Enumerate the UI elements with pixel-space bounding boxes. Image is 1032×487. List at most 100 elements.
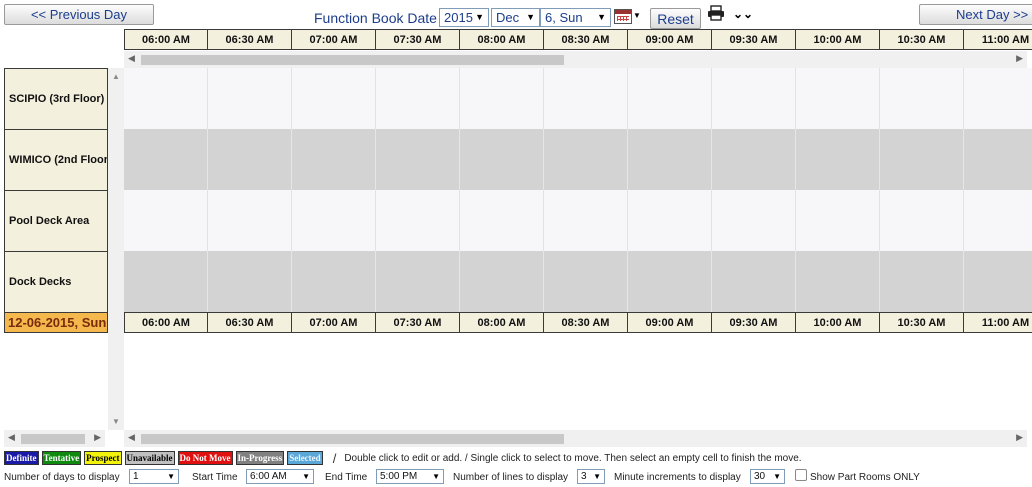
grid-cell[interactable] bbox=[208, 68, 292, 129]
current-date-cell: 12-06-2015, Sun bbox=[4, 312, 108, 333]
grid-cell[interactable] bbox=[880, 129, 964, 190]
grid-cell[interactable] bbox=[208, 129, 292, 190]
grid-cell[interactable] bbox=[376, 190, 460, 251]
grid-cell[interactable] bbox=[880, 190, 964, 251]
days-select[interactable]: 1 ▼ bbox=[129, 469, 179, 484]
start-time-label: Start Time bbox=[192, 472, 238, 483]
calendar-dropdown-icon[interactable]: ▼ bbox=[633, 11, 641, 20]
grid-cell[interactable] bbox=[460, 68, 544, 129]
scrollbar-thumb[interactable] bbox=[141, 434, 564, 444]
double-chevron-down-icon[interactable]: ⌄⌄ bbox=[733, 7, 753, 21]
next-day-button[interactable]: Next Day >> bbox=[919, 4, 1032, 25]
grid-cell[interactable] bbox=[796, 190, 880, 251]
grid-cell[interactable] bbox=[544, 129, 628, 190]
lines-select[interactable]: 3 ▼ bbox=[577, 469, 605, 484]
function-book-date-label: Function Book Date bbox=[314, 10, 437, 26]
year-select[interactable]: 2015 ▼ bbox=[439, 8, 489, 27]
grid-cell[interactable] bbox=[796, 251, 880, 312]
printer-icon[interactable] bbox=[707, 5, 725, 21]
grid-cell[interactable] bbox=[544, 68, 628, 129]
vertical-scrollbar[interactable]: ▲ ▼ bbox=[108, 68, 124, 430]
grid-cell[interactable] bbox=[208, 251, 292, 312]
grid-cell[interactable] bbox=[460, 190, 544, 251]
time-header-cell: 06:00 AM bbox=[124, 29, 208, 50]
horizontal-scrollbar-bottom[interactable]: ◀ ▶ bbox=[124, 430, 1027, 447]
grid-cell[interactable] bbox=[124, 129, 208, 190]
grid-cell[interactable] bbox=[292, 251, 376, 312]
scroll-down-icon[interactable]: ▼ bbox=[112, 417, 120, 426]
horizontal-scrollbar-top[interactable]: ◀ ▶ bbox=[124, 51, 1027, 68]
grid-cell[interactable] bbox=[628, 190, 712, 251]
grid-cell[interactable] bbox=[124, 190, 208, 251]
legend-separator: / bbox=[332, 450, 337, 466]
grid-cell[interactable] bbox=[292, 190, 376, 251]
time-header-cell: 11:00 AM bbox=[964, 312, 1032, 333]
time-header-cell: 06:30 AM bbox=[208, 29, 292, 50]
room-name[interactable]: SCIPIO (3rd Floor) bbox=[4, 68, 108, 130]
grid-row-scipio bbox=[124, 68, 1032, 129]
grid-cell[interactable] bbox=[292, 129, 376, 190]
grid-cell[interactable] bbox=[376, 129, 460, 190]
scroll-left-icon[interactable]: ◀ bbox=[128, 53, 135, 64]
grid-cell[interactable] bbox=[628, 251, 712, 312]
grid-cell[interactable] bbox=[712, 190, 796, 251]
increment-label: Minute increments to display bbox=[614, 472, 741, 483]
room-name[interactable]: Pool Deck Area bbox=[4, 191, 108, 252]
status-legend: Definite Tentative Prospect Unavailable Do N… bbox=[4, 450, 802, 466]
scroll-right-icon[interactable]: ▶ bbox=[1016, 432, 1023, 443]
end-time-value: 5:00 PM bbox=[380, 471, 418, 482]
grid-cell[interactable] bbox=[964, 190, 1032, 251]
time-header-cell: 10:00 AM bbox=[796, 312, 880, 333]
grid-cell[interactable] bbox=[712, 251, 796, 312]
part-rooms-checkbox[interactable] bbox=[795, 469, 807, 481]
grid-cell[interactable] bbox=[712, 129, 796, 190]
grid-cell[interactable] bbox=[292, 68, 376, 129]
increment-select[interactable]: 30 ▼ bbox=[750, 469, 785, 484]
help-text: Double click to edit or add. / Single cl… bbox=[344, 452, 802, 464]
scroll-up-icon[interactable]: ▲ bbox=[112, 72, 120, 81]
grid-cell[interactable] bbox=[460, 129, 544, 190]
grid-cell[interactable] bbox=[460, 251, 544, 312]
grid-cell[interactable] bbox=[880, 251, 964, 312]
grid-cell[interactable] bbox=[964, 251, 1032, 312]
grid-cell[interactable] bbox=[628, 129, 712, 190]
scrollbar-thumb[interactable] bbox=[21, 434, 85, 444]
grid-cell[interactable] bbox=[544, 190, 628, 251]
grid-cell[interactable] bbox=[124, 68, 208, 129]
grid-cell[interactable] bbox=[712, 68, 796, 129]
time-header-cell: 07:00 AM bbox=[292, 29, 376, 50]
grid-cell[interactable] bbox=[796, 129, 880, 190]
time-header-cell: 10:30 AM bbox=[880, 312, 964, 333]
grid-cell[interactable] bbox=[376, 68, 460, 129]
grid-cell[interactable] bbox=[964, 68, 1032, 129]
grid-cell[interactable] bbox=[880, 68, 964, 129]
grid-cell[interactable] bbox=[124, 251, 208, 312]
scroll-right-icon[interactable]: ▶ bbox=[1016, 53, 1023, 64]
scroll-left-icon[interactable]: ◀ bbox=[128, 432, 135, 443]
grid-cell[interactable] bbox=[208, 190, 292, 251]
chevron-down-icon: ▼ bbox=[167, 472, 175, 481]
start-time-select[interactable]: 6:00 AM ▼ bbox=[246, 469, 314, 484]
grid-cell[interactable] bbox=[544, 251, 628, 312]
reset-button[interactable]: Reset bbox=[650, 8, 701, 29]
grid-cell[interactable] bbox=[796, 68, 880, 129]
day-select[interactable]: 6, Sun ▼ bbox=[540, 8, 611, 27]
legend-tentative: Tentative bbox=[41, 451, 82, 465]
grid-cell[interactable] bbox=[964, 129, 1032, 190]
previous-day-button[interactable]: << Previous Day bbox=[4, 4, 154, 25]
room-name[interactable]: Dock Decks bbox=[4, 252, 108, 313]
month-select[interactable]: Dec ▼ bbox=[491, 8, 540, 27]
horizontal-scrollbar-rooms[interactable]: ◀ ▶ bbox=[4, 430, 105, 447]
room-name[interactable]: WIMICO (2nd Floor) bbox=[4, 130, 108, 191]
legend-definite: Definite bbox=[4, 451, 39, 465]
scrollbar-thumb[interactable] bbox=[141, 55, 564, 65]
days-value: 1 bbox=[133, 471, 139, 482]
room-column: SCIPIO (3rd Floor) WIMICO (2nd Floor) Po… bbox=[4, 68, 108, 313]
grid-cell[interactable] bbox=[628, 68, 712, 129]
end-time-select[interactable]: 5:00 PM ▼ bbox=[376, 469, 444, 484]
grid-cell[interactable] bbox=[376, 251, 460, 312]
scroll-right-icon[interactable]: ▶ bbox=[94, 432, 101, 443]
chevron-down-icon: ▼ bbox=[302, 472, 310, 481]
scroll-left-icon[interactable]: ◀ bbox=[8, 432, 15, 443]
calendar-icon[interactable] bbox=[614, 9, 632, 24]
